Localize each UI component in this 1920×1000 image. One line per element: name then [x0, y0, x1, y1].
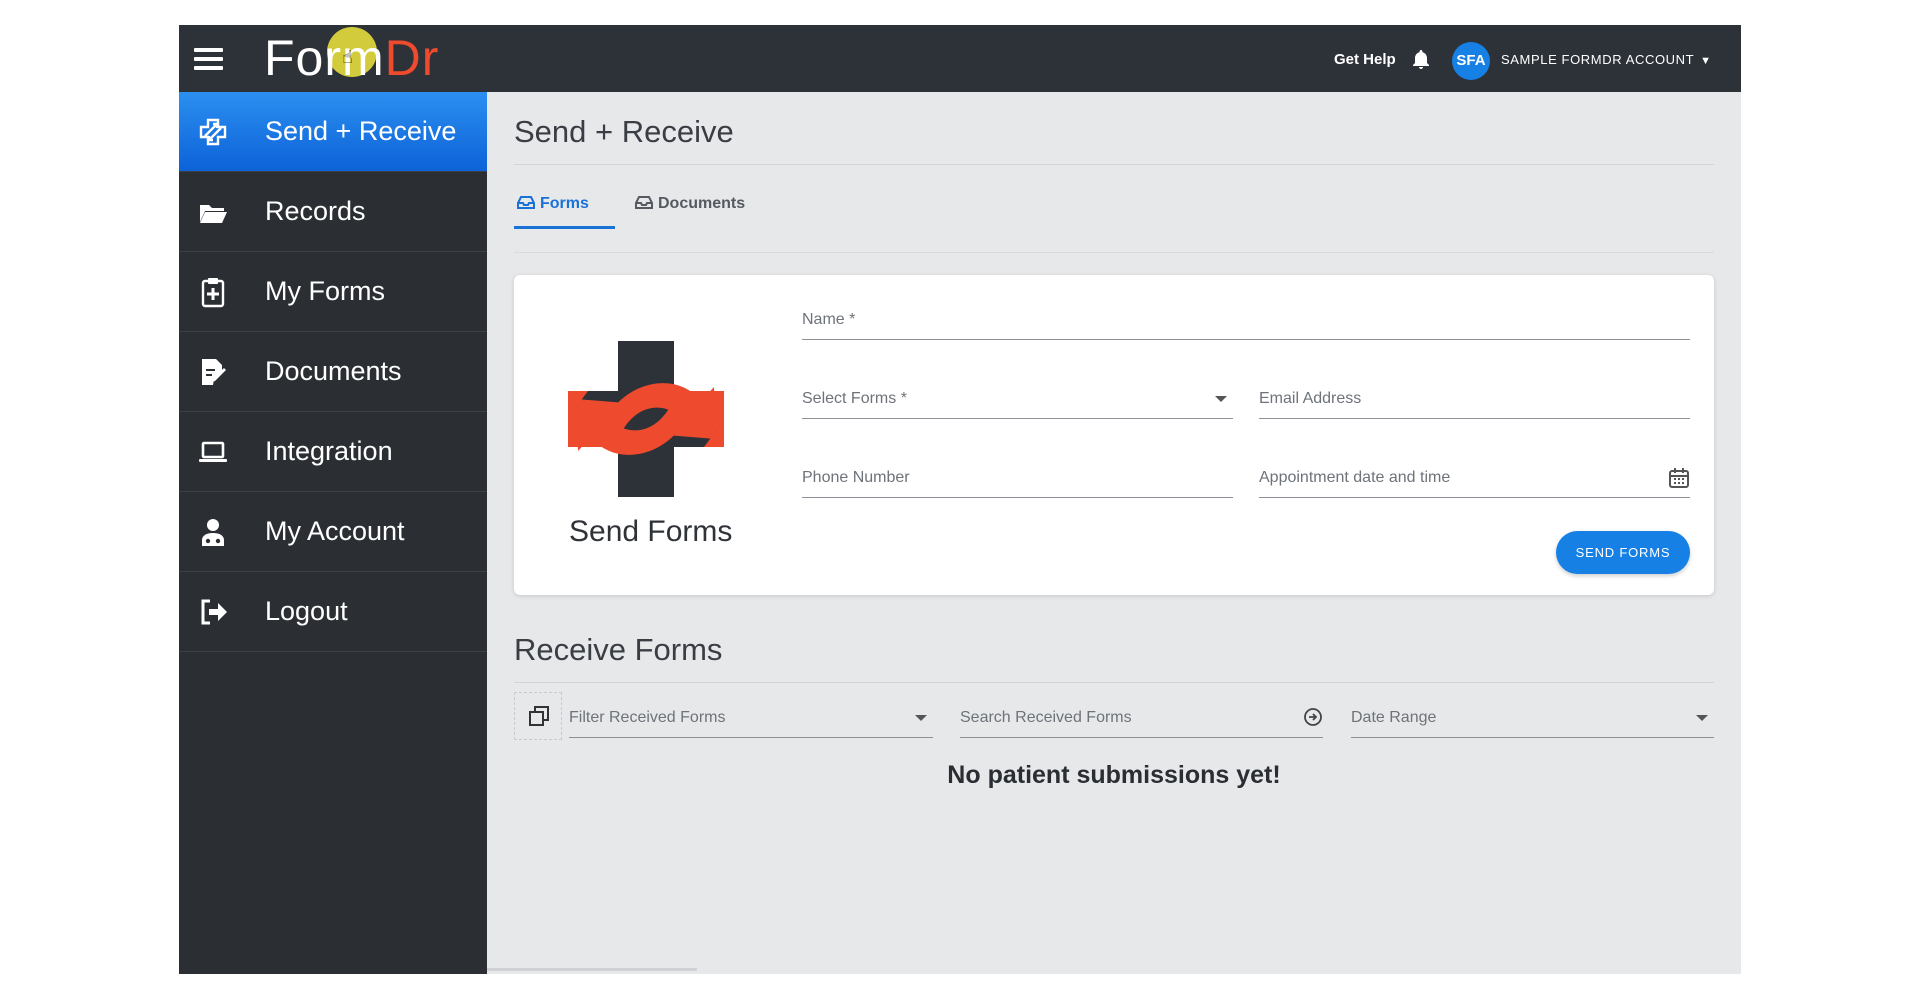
get-help-link[interactable]: Get Help: [1334, 51, 1396, 68]
sidebar-item-label: Records: [265, 196, 366, 226]
phone-field[interactable]: Phone Number: [802, 458, 1233, 498]
divider: [514, 252, 1714, 253]
caret-down-icon: ▼: [1700, 55, 1712, 67]
select-forms-placeholder: Select Forms *: [802, 390, 907, 407]
logo-text-form: Form: [264, 30, 385, 86]
sidebar: Send + Receive Records My Forms Document…: [179, 92, 487, 974]
logo-text-dr: Dr: [384, 30, 440, 86]
receive-forms-title: Receive Forms: [514, 632, 723, 667]
email-field[interactable]: Email Address: [1259, 379, 1690, 419]
send-forms-card: Send Forms Name * Select Forms * Email A…: [514, 275, 1714, 595]
send-receive-icon: [199, 118, 227, 146]
send-forms-title: Send Forms: [569, 515, 733, 548]
arrow-circle-right-icon[interactable]: [1303, 707, 1323, 727]
divider: [514, 682, 1714, 683]
sidebar-item-send-receive[interactable]: Send + Receive: [179, 92, 487, 172]
filter-placeholder: Filter Received Forms: [569, 709, 726, 726]
inbox-icon: [517, 196, 535, 209]
sidebar-item-label: My Forms: [265, 276, 385, 306]
account-menu[interactable]: SAMPLE FORMDR ACCOUNT ▼: [1501, 52, 1712, 67]
menu-icon[interactable]: [194, 48, 223, 70]
sidebar-item-label: Integration: [265, 436, 393, 466]
tab-documents[interactable]: Documents: [635, 195, 745, 213]
top-bar: FormDr ☝ Get Help SFA SAMPLE FORMDR ACCO…: [179, 25, 1741, 92]
document-edit-icon: [202, 359, 226, 385]
appointment-field[interactable]: Appointment date and time: [1259, 458, 1690, 498]
phone-placeholder: Phone Number: [802, 469, 910, 486]
app-window: FormDr ☝ Get Help SFA SAMPLE FORMDR ACCO…: [179, 25, 1741, 974]
email-placeholder: Email Address: [1259, 390, 1362, 407]
select-all-button[interactable]: [514, 692, 562, 740]
sidebar-item-documents[interactable]: Documents: [179, 332, 487, 412]
filter-received-forms-dropdown[interactable]: Filter Received Forms: [569, 692, 933, 738]
dropdown-arrow-icon: [1215, 396, 1227, 402]
name-field[interactable]: Name *: [802, 300, 1690, 340]
sidebar-item-label: Send + Receive: [265, 116, 457, 146]
avatar[interactable]: SFA: [1452, 42, 1490, 80]
bell-icon[interactable]: [1409, 48, 1433, 72]
tab-forms[interactable]: Forms: [517, 195, 589, 213]
name-placeholder: Name *: [802, 311, 856, 328]
dropdown-arrow-icon: [915, 715, 927, 721]
date-range-dropdown[interactable]: Date Range: [1351, 692, 1714, 738]
sidebar-item-logout[interactable]: Logout: [179, 572, 487, 652]
sidebar-item-label: My Account: [265, 516, 405, 546]
calendar-icon[interactable]: [1668, 467, 1690, 489]
send-forms-button[interactable]: SEND FORMS: [1556, 531, 1690, 574]
tab-label: Documents: [658, 195, 746, 212]
logout-icon: [201, 599, 227, 625]
appointment-placeholder: Appointment date and time: [1259, 469, 1451, 486]
sidebar-item-integration[interactable]: Integration: [179, 412, 487, 492]
divider: [514, 164, 1714, 165]
laptop-icon: [199, 441, 227, 462]
account-name: SAMPLE FORMDR ACCOUNT: [1501, 52, 1695, 67]
hand-cursor-icon: ☝: [342, 47, 353, 67]
sidebar-item-my-account[interactable]: My Account: [179, 492, 487, 572]
copy-icon: [529, 706, 549, 726]
main-content: Send + Receive Forms Documents Send Form…: [487, 92, 1741, 974]
sidebar-item-label: Documents: [265, 356, 402, 386]
sidebar-item-label: Logout: [265, 596, 348, 626]
folder-icon: [200, 205, 227, 223]
doctor-icon: [202, 519, 224, 546]
sidebar-item-my-forms[interactable]: My Forms: [179, 252, 487, 332]
send-receive-logo-icon: [568, 341, 724, 497]
page-title: Send + Receive: [514, 114, 734, 149]
sidebar-item-records[interactable]: Records: [179, 172, 487, 252]
clipboard-plus-icon: [201, 278, 225, 308]
search-placeholder: Search Received Forms: [960, 709, 1132, 726]
active-tab-indicator: [514, 226, 615, 229]
tab-label: Forms: [540, 195, 589, 212]
select-forms-dropdown[interactable]: Select Forms *: [802, 379, 1233, 419]
date-range-placeholder: Date Range: [1351, 709, 1437, 726]
search-received-forms-input[interactable]: Search Received Forms: [960, 692, 1323, 738]
dropdown-arrow-icon: [1696, 715, 1708, 721]
horizontal-scrollbar[interactable]: [487, 968, 697, 971]
inbox-icon: [635, 196, 653, 209]
empty-state-message: No patient submissions yet!: [947, 761, 1281, 789]
